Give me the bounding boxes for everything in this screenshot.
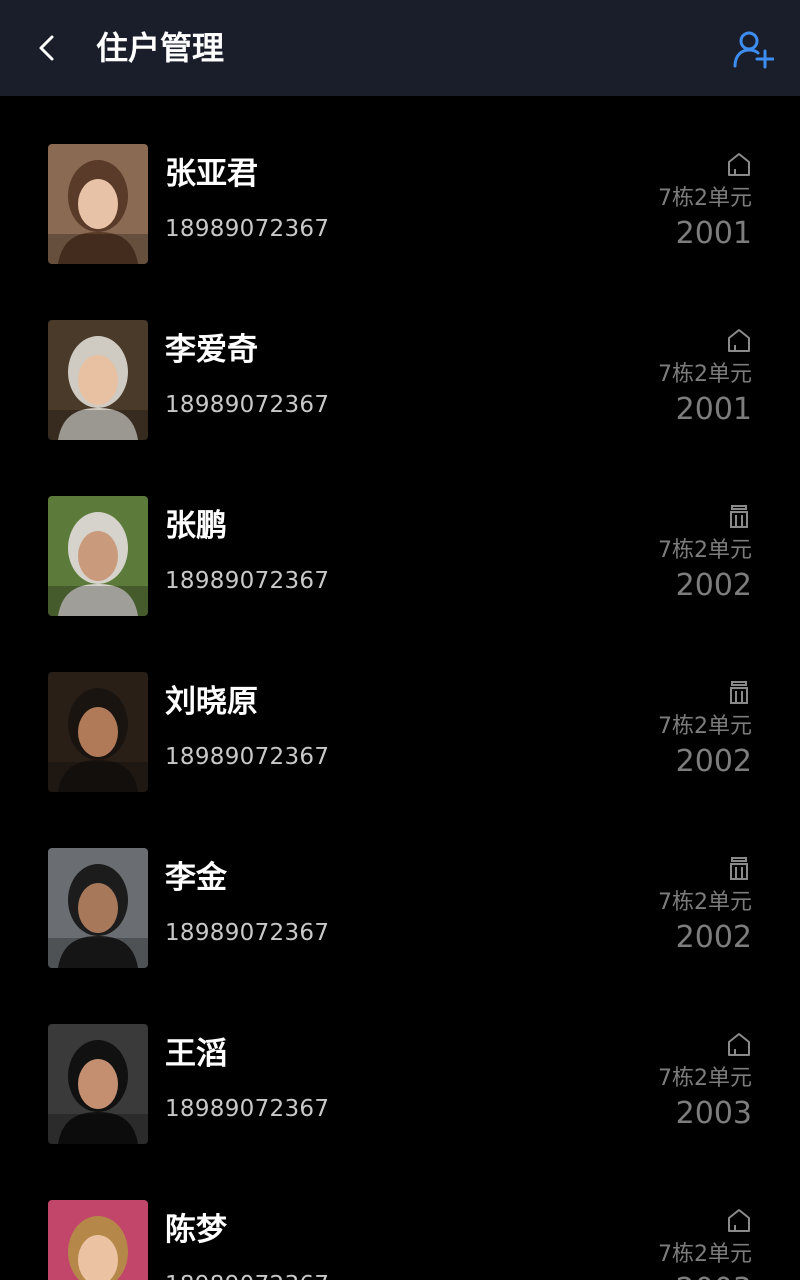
app-header: 住户管理 (0, 0, 800, 96)
resident-phone: 18989072367 (165, 568, 330, 594)
resident-building: 7栋2单元 (658, 1066, 752, 1091)
resident-phone: 18989072367 (165, 216, 330, 242)
building-icon (726, 855, 752, 881)
resident-building: 7栋2单元 (658, 362, 752, 387)
page-title: 住户管理 (96, 29, 225, 67)
resident-room: 2002 (675, 744, 752, 779)
resident-avatar (48, 144, 148, 264)
resident-name: 李爱奇 (165, 332, 258, 368)
house-icon (726, 1031, 752, 1057)
resident-room: 2001 (675, 216, 752, 251)
resident-room: 2002 (675, 920, 752, 955)
resident-row[interactable]: 刘晓原 18989072367 7栋2单元 2002 (0, 624, 800, 800)
house-icon (726, 1207, 752, 1233)
resident-phone: 18989072367 (165, 1096, 330, 1122)
resident-name: 陈梦 (165, 1212, 227, 1248)
resident-row[interactable]: 王滔 18989072367 7栋2单元 2003 (0, 976, 800, 1152)
resident-building: 7栋2单元 (658, 714, 752, 739)
resident-row[interactable]: 张鹏 18989072367 7栋2单元 2002 (0, 448, 800, 624)
resident-avatar (48, 1200, 148, 1280)
resident-avatar (48, 672, 148, 792)
resident-phone: 18989072367 (165, 920, 330, 946)
resident-name: 刘晓原 (165, 684, 258, 720)
building-icon (726, 679, 752, 705)
resident-avatar (48, 848, 148, 968)
resident-room: 2003 (676, 1270, 752, 1280)
resident-management-screen: 住户管理 张亚君 18989072367 7栋2单元 2001 李爱奇 189890723… (0, 0, 800, 1280)
resident-room: 2003 (675, 1096, 752, 1131)
resident-building: 7栋2单元 (658, 538, 752, 563)
resident-avatar (48, 1024, 148, 1144)
resident-name: 张亚君 (165, 156, 258, 192)
building-icon (726, 503, 752, 529)
resident-row[interactable]: 陈梦 18989072367 7栋2单元 2003 (0, 1152, 800, 1280)
resident-name: 王滔 (165, 1036, 227, 1072)
resident-building: 7栋2单元 (658, 890, 752, 915)
resident-row[interactable]: 张亚君 18989072367 7栋2单元 2001 (0, 96, 800, 272)
resident-name: 张鹏 (165, 508, 227, 544)
house-icon (726, 151, 752, 177)
resident-room: 2002 (675, 568, 752, 603)
resident-building: 7栋2单元 (658, 1242, 752, 1267)
resident-phone: 18989072367 (165, 1270, 329, 1280)
add-user-icon (733, 31, 774, 69)
house-icon (726, 327, 752, 353)
resident-building: 7栋2单元 (658, 186, 752, 211)
resident-phone: 18989072367 (165, 744, 330, 770)
resident-row[interactable]: 李金 18989072367 7栋2单元 2002 (0, 800, 800, 976)
resident-row[interactable]: 李爱奇 18989072367 7栋2单元 2001 (0, 272, 800, 448)
resident-phone: 18989072367 (165, 392, 330, 418)
resident-room: 2001 (675, 392, 752, 427)
back-button[interactable] (24, 24, 72, 72)
resident-avatar (48, 496, 148, 616)
resident-avatar (48, 320, 148, 440)
add-resident-button[interactable] (730, 26, 776, 72)
chevron-left-icon (39, 35, 54, 61)
resident-name: 李金 (165, 860, 227, 896)
